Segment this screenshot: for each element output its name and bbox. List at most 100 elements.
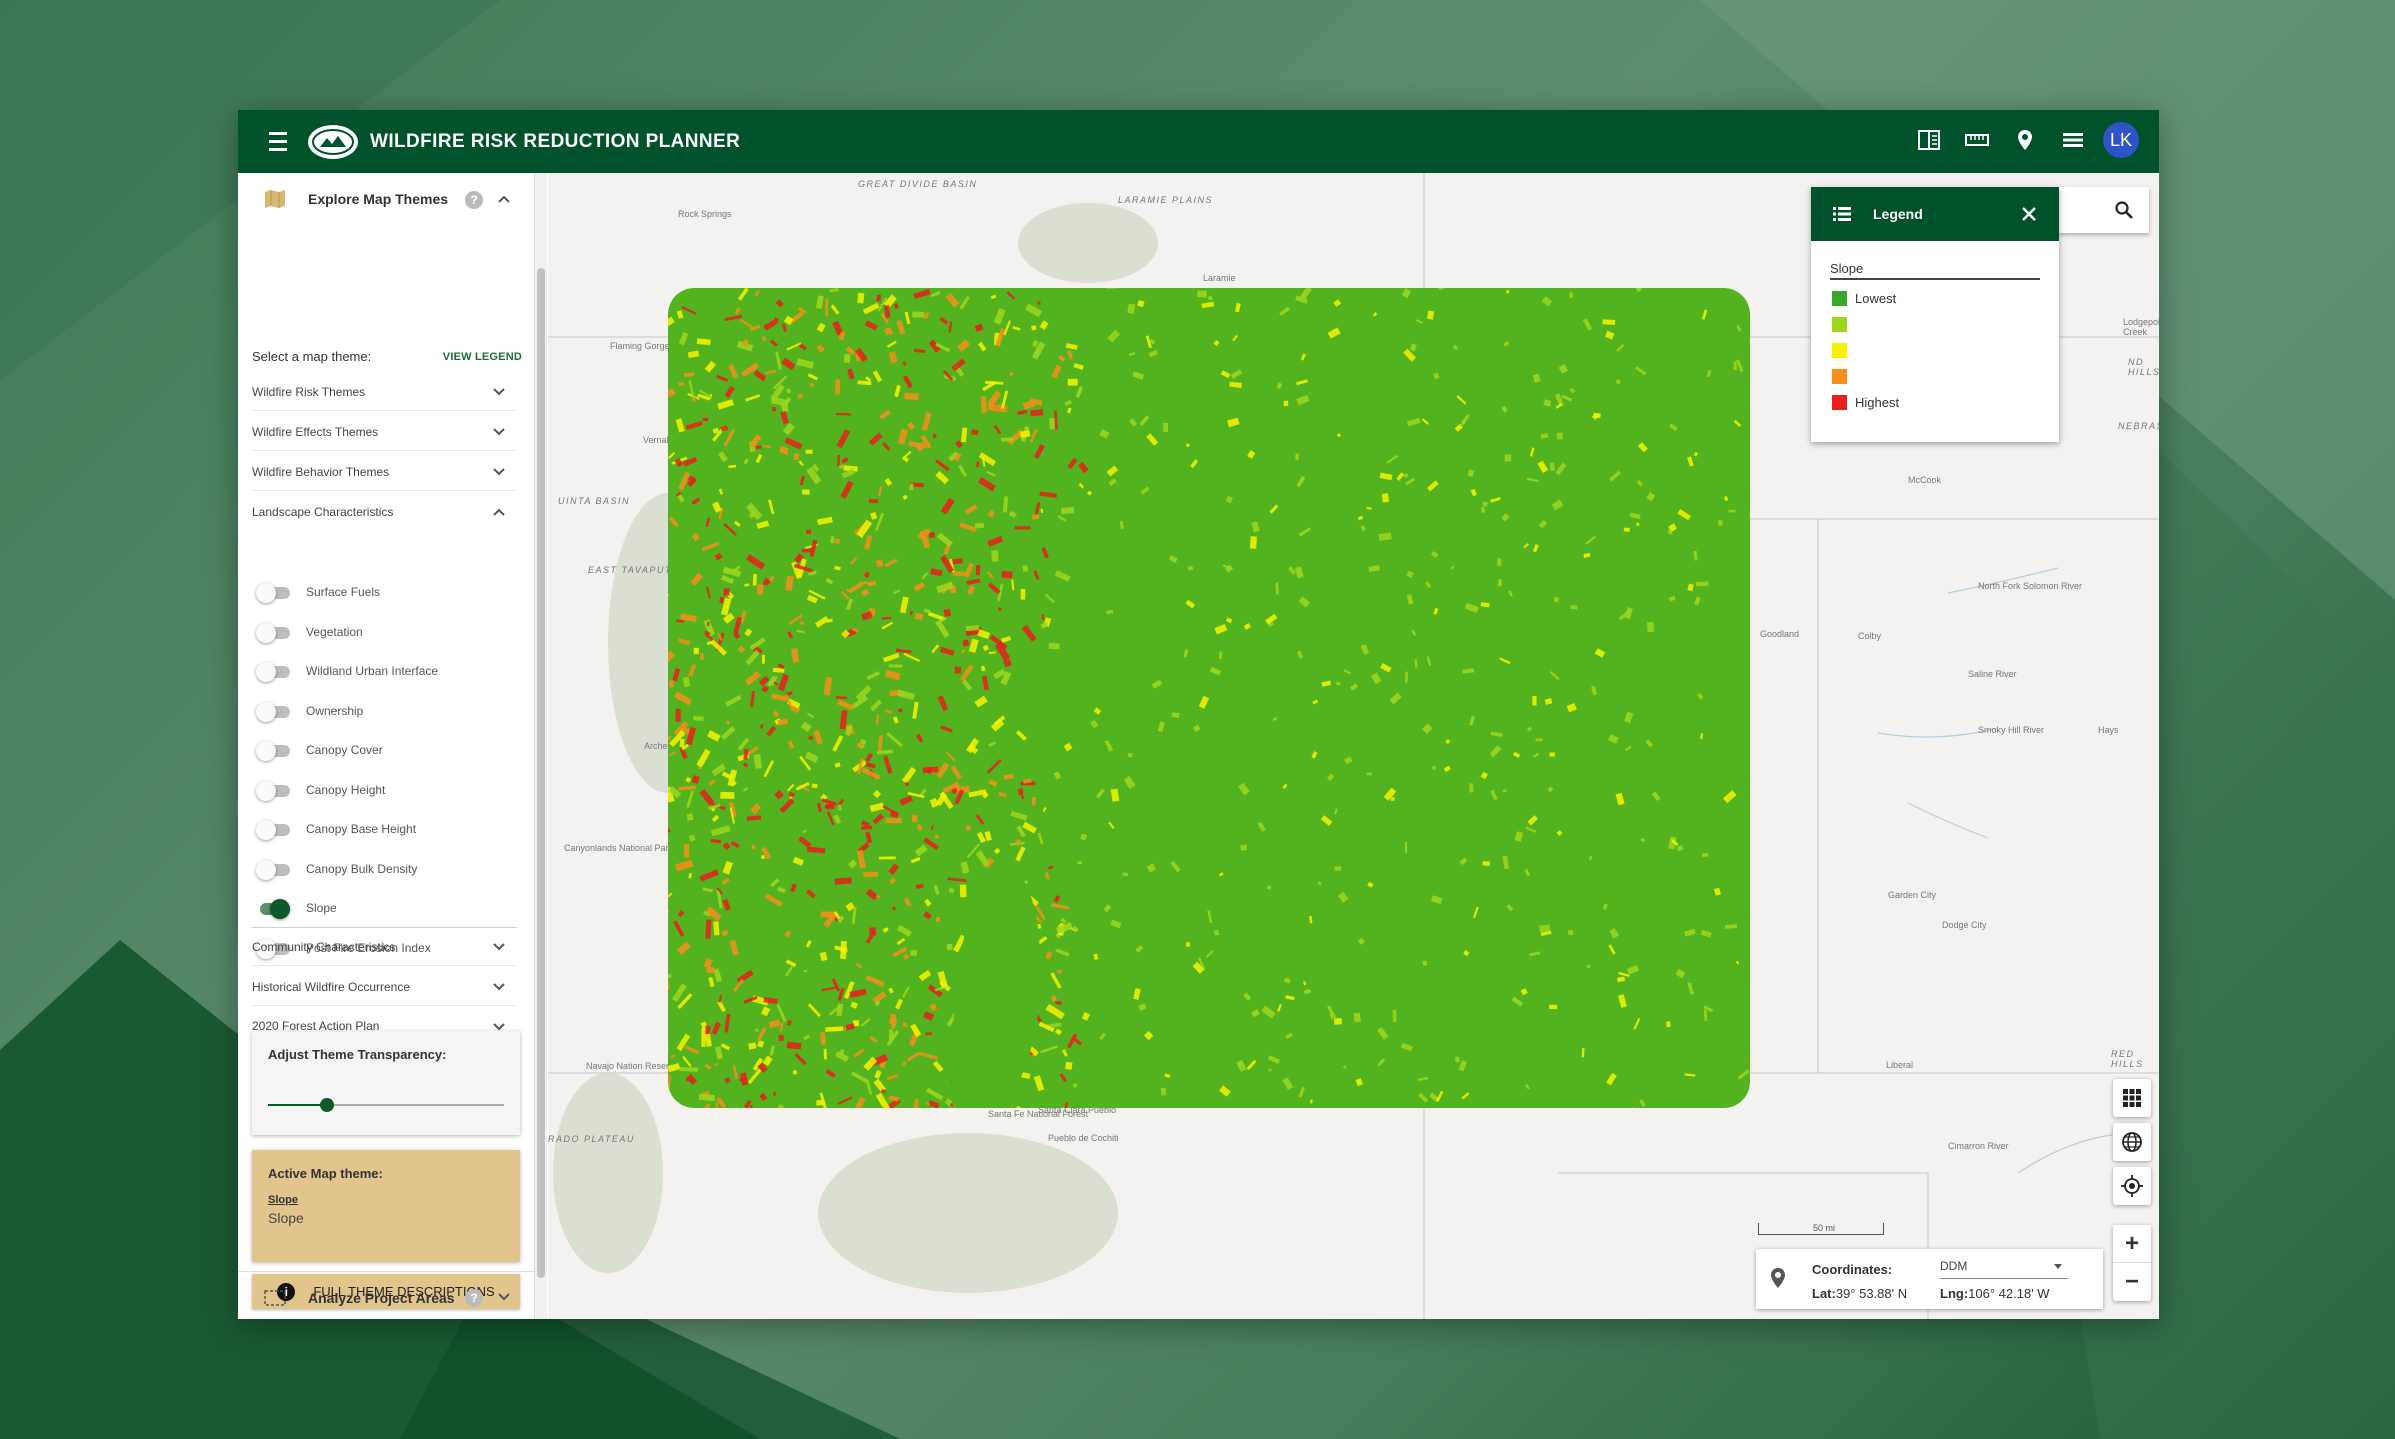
search-button[interactable] — [2059, 187, 2149, 233]
basemap-grid-button[interactable] — [2113, 1079, 2151, 1117]
map-label: Dodge City — [1942, 920, 1987, 930]
zoom-in-button[interactable]: + — [2113, 1225, 2151, 1263]
explore-map-themes-header[interactable]: Explore Map Themes ? — [238, 173, 534, 225]
toggle-switch[interactable] — [256, 897, 290, 919]
map-label: UINTA BASIN — [558, 496, 631, 506]
split-view-icon[interactable] — [1911, 122, 1947, 158]
help-icon[interactable]: ? — [465, 1289, 483, 1307]
longitude-readout: Lng:106° 42.18' W — [1940, 1286, 2050, 1301]
group-landscape-characteristics[interactable]: Landscape Characteristics — [252, 493, 517, 531]
group-wildfire-behavior-themes[interactable]: Wildfire Behavior Themes — [252, 453, 517, 491]
slope-raster-layer — [668, 288, 1750, 1108]
toggle-switch[interactable] — [256, 581, 290, 603]
select-area-icon — [264, 1289, 286, 1306]
layer-toggle-label: Surface Fuels — [306, 585, 381, 599]
coordinate-format-select[interactable]: DDM — [1940, 1259, 2068, 1279]
layer-toggle-row[interactable]: Canopy Bulk Density — [256, 857, 417, 881]
toggle-switch[interactable] — [256, 858, 290, 880]
map-label: Goodland — [1760, 629, 1800, 639]
map-label: Hays — [2098, 725, 2119, 735]
toggle-switch[interactable] — [256, 621, 290, 643]
layer-toggle-row[interactable]: Canopy Height — [256, 778, 385, 802]
user-avatar[interactable]: LK — [2103, 122, 2139, 158]
layer-toggle-label: Canopy Bulk Density — [306, 861, 418, 876]
legend-swatch — [1832, 394, 1847, 410]
map-label: Pueblo de Cochiti — [1048, 1133, 1119, 1143]
sidebar-scrollbar[interactable] — [535, 173, 547, 1319]
map-label: Rock Springs — [678, 209, 732, 219]
group-label: Historical Wildfire Occurrence — [252, 979, 411, 994]
group-label: Wildfire Risk Themes — [252, 384, 366, 399]
active-theme-value: Slope — [268, 1210, 304, 1226]
group-community-characteristics[interactable]: Community Characteristics — [252, 928, 517, 966]
group-label: Community Characteristics — [252, 939, 396, 954]
active-theme-label: Active Map theme: — [268, 1166, 383, 1181]
group-wildfire-effects-themes[interactable]: Wildfire Effects Themes — [252, 413, 517, 451]
map-label: North Fork Solomon River — [1978, 581, 2083, 591]
map-label: Vernal — [643, 435, 669, 445]
scale-label: 50 mi — [1813, 1223, 1836, 1233]
transparency-card: Adjust Theme Transparency: — [252, 1031, 520, 1135]
chevron-down-icon — [493, 983, 505, 991]
my-location-button[interactable] — [2113, 1167, 2151, 1205]
legend-item — [1832, 368, 1855, 384]
toggle-switch[interactable] — [256, 660, 290, 682]
group-label: Landscape Characteristics — [252, 505, 394, 519]
map-label: ND HILLS — [2128, 357, 2159, 377]
dropdown-arrow-icon — [2054, 1264, 2062, 1269]
chevron-down-icon[interactable] — [496, 1289, 512, 1305]
layer-toggle-label: Wildland Urban Interface — [306, 664, 439, 678]
group-label: Wildfire Behavior Themes — [252, 464, 390, 479]
layer-toggle-row[interactable]: Wildland Urban Interface — [256, 659, 438, 683]
layer-toggle-row[interactable]: Canopy Cover — [256, 738, 383, 762]
chevron-down-icon — [493, 943, 505, 951]
layer-toggle-row[interactable]: Vegetation — [256, 620, 363, 644]
select-theme-row: Select a map theme: VIEW LEGEND — [252, 349, 522, 364]
ruler-icon[interactable] — [1959, 122, 1995, 158]
toggle-switch[interactable] — [256, 818, 290, 840]
toggle-switch[interactable] — [256, 739, 290, 761]
analyze-project-areas-label: Analyze Project Areas — [308, 1289, 455, 1306]
legend-swatch — [1832, 368, 1847, 384]
map-label: Saline River — [1968, 669, 2017, 679]
select-theme-label: Select a map theme: — [252, 349, 372, 364]
help-icon[interactable]: ? — [465, 191, 483, 209]
active-theme-link[interactable]: Slope — [268, 1194, 298, 1206]
group-wildfire-risk-themes[interactable]: Wildfire Risk Themes — [252, 373, 517, 411]
legend-swatch — [1832, 290, 1847, 306]
layer-toggle-row[interactable]: Slope — [256, 896, 337, 920]
globe-button[interactable] — [2113, 1123, 2151, 1161]
layer-toggle-row[interactable]: Canopy Base Height — [256, 817, 416, 841]
map-label: McCook — [1908, 475, 1942, 485]
map-label: Cimarron River — [1948, 1141, 2009, 1151]
chevron-down-icon — [493, 388, 505, 396]
legend-subtitle: Slope — [1830, 261, 2040, 280]
toggle-switch[interactable] — [256, 779, 290, 801]
slider-thumb[interactable] — [320, 1098, 334, 1112]
transparency-slider[interactable] — [268, 1097, 504, 1113]
analyze-project-areas-header[interactable]: Analyze Project Areas ? — [238, 1271, 534, 1319]
coordinates-label: Coordinates: — [1812, 1262, 1893, 1277]
legend-swatch — [1832, 342, 1847, 358]
layer-toggle-row[interactable]: Surface Fuels — [256, 580, 380, 604]
map-view[interactable]: GREAT DIVIDE BASIN LARAMIE PLAINS Rock Spr… — [548, 173, 2159, 1319]
legend-item — [1832, 316, 1855, 332]
layers-list-icon[interactable] — [2055, 122, 2091, 158]
legend-item-label: Highest — [1855, 394, 1900, 410]
layer-toggle-row[interactable]: Ownership — [256, 699, 363, 723]
zoom-control: + − — [2113, 1225, 2151, 1301]
close-icon[interactable] — [2019, 204, 2039, 224]
toggle-switch[interactable] — [256, 700, 290, 722]
location-pin-icon[interactable] — [2007, 122, 2043, 158]
scrollbar-thumb[interactable] — [537, 268, 545, 1278]
legend-item-label: Lowest — [1855, 290, 1897, 306]
map-label: RADO PLATEAU — [548, 1134, 635, 1144]
zoom-out-button[interactable]: − — [2113, 1263, 2151, 1301]
legend-title: Legend — [1873, 206, 1923, 222]
group-historical-wildfire-occurrence[interactable]: Historical Wildfire Occurrence — [252, 968, 517, 1006]
view-legend-link[interactable]: VIEW LEGEND — [443, 351, 522, 363]
menu-icon[interactable] — [260, 124, 296, 160]
chevron-up-icon[interactable] — [496, 191, 512, 207]
grid-icon — [2123, 1089, 2141, 1107]
logo-icon — [308, 124, 358, 159]
